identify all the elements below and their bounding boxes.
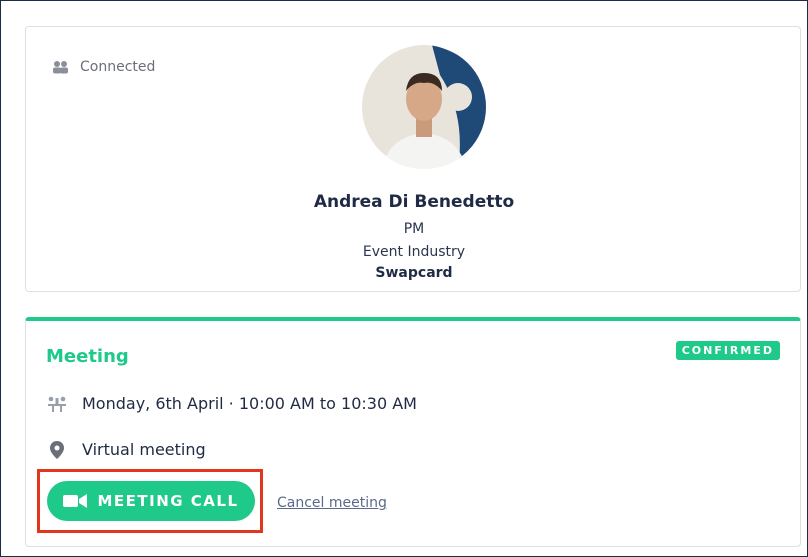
app-frame: Connected Andrea Di Benedetto PM Event I… xyxy=(0,0,808,557)
connection-status-label: Connected xyxy=(80,59,156,75)
meeting-datetime: Monday, 6th April · 10:00 AM to 10:30 AM xyxy=(82,394,417,413)
video-camera-icon xyxy=(63,494,88,508)
profile-card: Connected Andrea Di Benedetto PM Event I… xyxy=(25,26,801,292)
meeting-title: Meeting xyxy=(46,346,129,367)
meeting-call-label: MEETING CALL xyxy=(97,492,239,510)
meeting-table-icon xyxy=(46,395,68,413)
meeting-location-row: Virtual meeting xyxy=(46,440,206,459)
people-icon xyxy=(53,61,68,74)
profile-industry: Event Industry xyxy=(362,244,466,260)
cancel-meeting-link[interactable]: Cancel meeting xyxy=(277,495,387,511)
profile-name: Andrea Di Benedetto xyxy=(313,192,515,212)
profile-role: PM xyxy=(403,221,425,237)
status-badge: CONFIRMED xyxy=(675,341,780,360)
meeting-time-row: Monday, 6th April · 10:00 AM to 10:30 AM xyxy=(46,394,417,413)
connection-status: Connected xyxy=(52,59,155,75)
profile-company: Swapcard xyxy=(375,265,453,281)
avatar-photo xyxy=(362,45,486,169)
avatar[interactable] xyxy=(362,45,486,169)
meeting-location: Virtual meeting xyxy=(82,440,206,459)
location-pin-icon xyxy=(46,440,68,459)
meeting-call-button[interactable]: MEETING CALL xyxy=(47,481,255,521)
